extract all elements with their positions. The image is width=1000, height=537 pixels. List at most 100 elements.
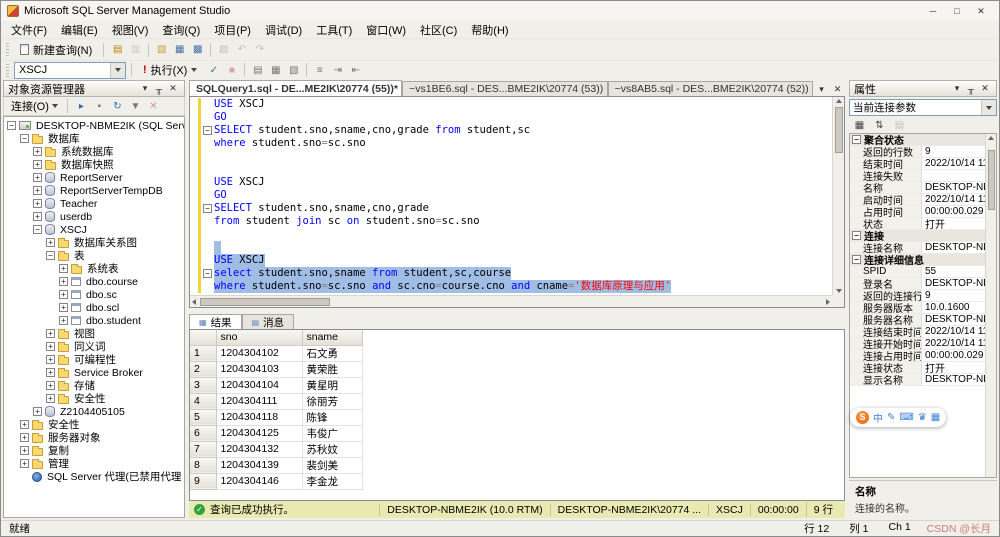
property-row[interactable]: SPID55 [850,266,985,278]
chinese-mode-icon[interactable]: 中 [873,410,883,425]
expand-icon[interactable]: + [33,173,42,182]
expand-icon[interactable]: + [46,368,55,377]
collapse-icon[interactable]: − [7,121,16,130]
code-line[interactable]: where student.sno=sc.sno [190,137,832,150]
collapse-icon[interactable]: − [852,255,861,264]
fold-collapse-icon[interactable]: − [203,126,212,135]
code-line[interactable]: USE XSCJ [190,254,832,267]
grid-cell[interactable]: 1204304102 [216,345,302,361]
pin-icon[interactable]: ╥ [152,84,166,94]
property-row[interactable]: 返回的连接行数9 [850,290,985,302]
toolbar-grip[interactable] [6,43,9,56]
collapse-icon[interactable]: − [852,135,861,144]
toolbar-grip[interactable] [6,64,9,77]
code-line[interactable]: where student.sno=sc.sno and sc.cno=cour… [190,280,832,293]
menu-item-5[interactable]: 项目(P) [207,21,258,39]
code-line[interactable] [190,241,832,254]
property-row[interactable]: 连接失败 [850,170,985,182]
expand-icon[interactable]: + [20,459,29,468]
restore-button[interactable]: □ [945,2,969,20]
code-line[interactable]: −SELECT student.sno,sname,cno,grade [190,202,832,215]
scrollbar-thumb[interactable] [988,150,995,210]
grid-cell[interactable]: 石文勇 [302,345,362,361]
pin-icon[interactable]: ╥ [964,84,978,94]
editor-tab[interactable]: SQLQuery1.sql - DE...ME2IK\20774 (55))* [189,80,402,96]
editor-vertical-scrollbar[interactable] [832,97,844,295]
property-row[interactable]: 启动时间2022/10/14 11:32:0 [850,194,985,206]
column-header[interactable]: sname [302,330,362,345]
minimize-button[interactable]: ─ [921,2,945,20]
tree-item[interactable]: +userdb [7,210,184,223]
expand-icon[interactable]: + [33,147,42,156]
outdent-icon[interactable]: ⇤ [347,62,364,78]
tree-item[interactable]: +安全性 [7,392,184,405]
property-row[interactable]: 连接结束时间2022/10/14 11:32:0 [850,326,985,338]
available-databases-combo[interactable]: XSCJ [14,62,126,79]
skin-icon[interactable]: ♛ [918,412,927,423]
results-tab-1[interactable]: ▦结果 [189,314,242,329]
tree-item[interactable]: +数据库关系图 [7,236,184,249]
menu-item-3[interactable]: 视图(V) [105,21,156,39]
tree-item[interactable]: −DESKTOP-NBME2IK (SQL Server 10.0.160 [7,119,184,132]
property-row[interactable]: 服务器名称DESKTOP-NBME2IK [850,314,985,326]
open-file-icon[interactable]: ▧ [153,42,170,58]
code-line[interactable]: GO [190,111,832,124]
parse-query-icon[interactable]: ✓ [205,62,222,78]
expand-icon[interactable]: + [59,277,68,286]
expand-icon[interactable]: + [46,238,55,247]
menu-item-7[interactable]: 工具(T) [309,21,359,39]
categorized-icon[interactable]: ▦ [851,118,868,134]
editor-tab[interactable]: ~vs8AB5.sql - DES...BME2IK\20774 (52)) [608,81,813,96]
code-line[interactable]: GO [190,189,832,202]
tree-item[interactable]: +系统表 [7,262,184,275]
grid-cell[interactable]: 黄星明 [302,377,362,393]
results-tab-2[interactable]: ▤消息 [242,314,295,329]
menu-item-10[interactable]: 帮助(H) [464,21,515,39]
indent-icon[interactable]: ⇥ [329,62,346,78]
property-row[interactable]: 结束时间2022/10/14 11:32:0 [850,158,985,170]
close-button[interactable]: ✕ [969,2,993,20]
grid-cell[interactable]: 1204304118 [216,409,302,425]
menu-item-9[interactable]: 社区(C) [413,21,464,39]
code-line[interactable] [190,150,832,163]
chevron-down-icon[interactable]: ▾ [950,83,964,94]
tree-item[interactable]: +数据库快照 [7,158,184,171]
expand-icon[interactable]: + [46,381,55,390]
expand-icon[interactable]: + [59,316,68,325]
code-area[interactable]: USE XSCJGO−SELECT student.sno,sname,cno,… [190,97,832,295]
properties-scrollbar[interactable] [985,134,996,477]
row-number[interactable]: 1 [190,345,216,361]
pen-icon[interactable]: ✎ [887,412,895,423]
menu-item-2[interactable]: 编辑(E) [54,21,105,39]
chevron-down-icon[interactable]: ▾ [138,83,152,94]
grid-cell[interactable]: 1204304146 [216,473,302,489]
grid-cell[interactable]: 1204304125 [216,425,302,441]
ime-toolbar[interactable]: S 中✎⌨♛▦ [850,408,946,427]
keyboard-icon[interactable]: ⌨ [899,412,913,423]
collapse-icon[interactable]: − [33,225,42,234]
editor-tab[interactable]: ~vs1BE6.sql - DES...BME2IK\20774 (53)) [402,81,607,96]
grid-cell[interactable]: 1204304111 [216,393,302,409]
property-row[interactable]: 名称DESKTOP-NBME2IK [850,182,985,194]
expand-icon[interactable]: + [33,407,42,416]
alphabetical-sort-icon[interactable]: ⇅ [871,118,888,134]
tree-item[interactable]: +Teacher [7,197,184,210]
collapse-icon[interactable]: − [852,231,861,240]
disconnect-icon[interactable]: ▪ [91,98,108,114]
scroll-left-icon[interactable] [192,299,196,305]
grid-cell[interactable]: 1204304103 [216,361,302,377]
grid-cell[interactable]: 李金龙 [302,473,362,489]
database-engine-query-icon[interactable]: ▤ [109,42,126,58]
scroll-up-icon[interactable] [836,99,842,103]
expand-icon[interactable]: + [59,290,68,299]
row-number[interactable]: 6 [190,425,216,441]
row-number[interactable]: 7 [190,441,216,457]
tree-item[interactable]: +可编程性 [7,353,184,366]
row-number[interactable]: 4 [190,393,216,409]
tree-item[interactable]: +服务器对象 [7,431,184,444]
expand-icon[interactable]: + [46,329,55,338]
expand-icon[interactable]: + [59,303,68,312]
toolbox-icon[interactable]: ▦ [931,412,940,423]
code-line[interactable] [190,163,832,176]
connect-icon[interactable]: ▸ [73,98,90,114]
